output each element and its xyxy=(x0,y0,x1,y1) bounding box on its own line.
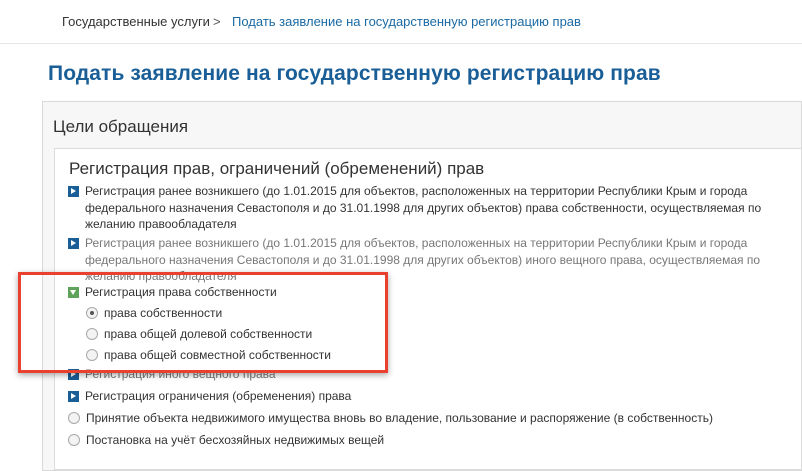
tree-item-prior-ownership[interactable]: Регистрация ранее возникшего (до 1.01.20… xyxy=(68,183,775,233)
breadcrumb-root-link[interactable]: Государственные услуги xyxy=(62,0,210,44)
tree-item-label: Регистрация ранее возникшего (до 1.01.20… xyxy=(85,184,762,231)
goals-panel-title: Цели обращения xyxy=(53,117,189,136)
expand-arrow-icon[interactable] xyxy=(68,186,79,197)
radio-button[interactable] xyxy=(68,412,80,424)
page-title: Подать заявление на государственную реги… xyxy=(48,62,661,85)
radio-label: Принятие объекта недвижимого имущества в… xyxy=(86,411,713,425)
breadcrumb-current-link[interactable]: Подать заявление на государственную реги… xyxy=(232,0,581,44)
breadcrumb: Государственные услуги > Подать заявлени… xyxy=(0,0,802,44)
radio-button[interactable] xyxy=(68,434,80,446)
expand-arrow-icon[interactable] xyxy=(68,391,79,402)
breadcrumb-separator: > xyxy=(213,14,221,29)
radio-label: Постановка на учёт бесхозяйных недвижимы… xyxy=(86,433,385,447)
expand-arrow-icon[interactable] xyxy=(68,238,79,249)
section-title: Регистрация прав, ограничений (обременен… xyxy=(69,159,485,178)
tree-item-encumbrance[interactable]: Регистрация ограничения (обременения) пр… xyxy=(68,388,775,405)
highlight-annotation-box xyxy=(18,272,388,373)
tree-item-label: Регистрация ограничения (обременения) пр… xyxy=(85,389,352,403)
